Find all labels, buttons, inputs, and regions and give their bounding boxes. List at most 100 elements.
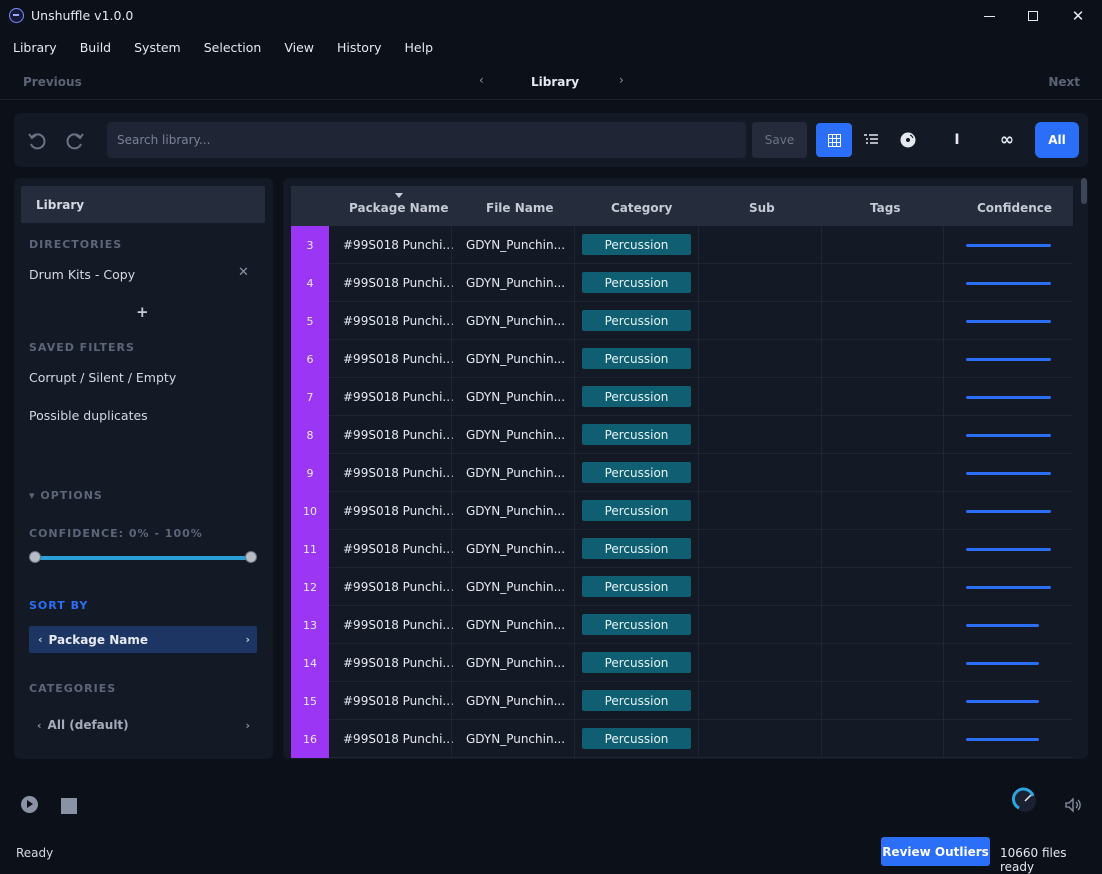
row-number: 6 [291, 340, 329, 378]
chevron-right-icon[interactable]: › [245, 719, 250, 732]
remove-directory-icon[interactable]: ✕ [238, 265, 249, 280]
category-badge[interactable]: Percussion [582, 310, 691, 331]
table-row[interactable]: 10 #99S018 Punchi... GDYN_Punchin... Percus… [291, 492, 1073, 530]
column-header-sub[interactable]: Sub [749, 201, 775, 215]
category-badge[interactable]: Percussion [582, 500, 691, 521]
chevron-right-icon[interactable]: › [245, 633, 250, 646]
volume-knob-icon[interactable] [1011, 787, 1039, 815]
confidence-bar [966, 586, 1051, 589]
column-divider [698, 264, 699, 302]
previous-button[interactable]: Previous [23, 75, 82, 89]
package-name-cell: #99S018 Punchi... [343, 276, 454, 290]
column-header-tags[interactable]: Tags [870, 201, 900, 215]
directory-item[interactable]: Drum Kits - Copy [29, 267, 135, 282]
confidence-min-handle[interactable] [29, 551, 41, 563]
redo-icon[interactable] [65, 131, 85, 151]
chevron-left-icon[interactable]: ‹ [479, 73, 484, 87]
search-input[interactable] [117, 133, 736, 147]
table-row[interactable]: 8 #99S018 Punchi... GDYN_Punchin... Percuss… [291, 416, 1073, 454]
category-badge[interactable]: Percussion [582, 690, 691, 711]
table-row[interactable]: 13 #99S018 Punchi... GDYN_Punchin... Percus… [291, 606, 1073, 644]
table-row[interactable]: 9 #99S018 Punchi... GDYN_Punchin... Percuss… [291, 454, 1073, 492]
menu-library[interactable]: Library [13, 40, 57, 55]
file-name-cell: GDYN_Punchin... [466, 428, 566, 442]
maximize-button[interactable] [1010, 0, 1056, 32]
category-badge[interactable]: Percussion [582, 386, 691, 407]
menu-history[interactable]: History [337, 40, 381, 55]
status-bar: Ready Review Outliers 10660 files ready [0, 834, 1102, 874]
column-divider [698, 568, 699, 606]
category-badge[interactable]: Percussion [582, 348, 691, 369]
confidence-max-handle[interactable] [245, 551, 257, 563]
table-scrollbar[interactable] [1081, 178, 1087, 204]
all-button[interactable]: All [1035, 122, 1079, 158]
saved-filter-item[interactable]: Possible duplicates [29, 408, 148, 423]
category-badge[interactable]: Percussion [582, 234, 691, 255]
column-divider [574, 682, 575, 720]
stop-icon[interactable] [61, 798, 77, 814]
row-number: 11 [291, 530, 329, 568]
row-number: 3 [291, 226, 329, 264]
page-title: Library [531, 75, 580, 89]
category-badge[interactable]: Percussion [582, 652, 691, 673]
menu-selection[interactable]: Selection [204, 40, 262, 55]
table-row[interactable]: 7 #99S018 Punchi... GDYN_Punchin... Percuss… [291, 378, 1073, 416]
file-name-cell: GDYN_Punchin... [466, 694, 566, 708]
menu-view[interactable]: View [284, 40, 314, 55]
chevron-left-icon[interactable]: ‹ [37, 719, 42, 732]
minimize-button[interactable] [966, 0, 1012, 32]
saved-filter-item[interactable]: Corrupt / Silent / Empty [29, 370, 176, 385]
category-badge[interactable]: Percussion [582, 272, 691, 293]
chevron-left-icon[interactable]: ‹ [38, 633, 43, 646]
column-divider [698, 226, 699, 264]
menu-system[interactable]: System [134, 40, 181, 55]
grid-view-button[interactable] [816, 123, 852, 157]
options-heading[interactable]: ▾ OPTIONS [29, 489, 103, 502]
column-header-category[interactable]: Category [611, 201, 672, 215]
categories-selector[interactable]: ‹ All (default) › [29, 715, 257, 735]
review-outliers-button[interactable]: Review Outliers [881, 837, 990, 866]
next-button[interactable]: Next [1048, 75, 1080, 89]
file-name-cell: GDYN_Punchin... [466, 618, 566, 632]
file-name-cell: GDYN_Punchin... [466, 466, 566, 480]
column-divider [574, 378, 575, 416]
menu-build[interactable]: Build [80, 40, 111, 55]
table-row[interactable]: 11 #99S018 Punchi... GDYN_Punchin... Percus… [291, 530, 1073, 568]
save-button[interactable]: Save [752, 122, 807, 158]
table-row[interactable]: 3 #99S018 Punchi... GDYN_Punchin... Percuss… [291, 226, 1073, 264]
table-row[interactable]: 4 #99S018 Punchi... GDYN_Punchin... Percuss… [291, 264, 1073, 302]
category-badge[interactable]: Percussion [582, 462, 691, 483]
column-header-confidence[interactable]: Confidence [977, 201, 1052, 215]
chevron-right-icon[interactable]: › [619, 73, 624, 87]
player-bar [0, 770, 1102, 834]
category-badge[interactable]: Percussion [582, 614, 691, 635]
table-row[interactable]: 5 #99S018 Punchi... GDYN_Punchin... Percuss… [291, 302, 1073, 340]
single-mode-button[interactable]: I [939, 123, 975, 157]
file-name-cell: GDYN_Punchin... [466, 732, 566, 746]
infinite-mode-button[interactable]: ∞ [989, 123, 1025, 157]
table-row[interactable]: 15 #99S018 Punchi... GDYN_Punchin... Percus… [291, 682, 1073, 720]
play-icon[interactable] [21, 796, 38, 813]
category-badge[interactable]: Percussion [582, 576, 691, 597]
table-row[interactable]: 12 #99S018 Punchi... GDYN_Punchin... Percus… [291, 568, 1073, 606]
column-divider [698, 302, 699, 340]
column-header-file[interactable]: File Name [486, 201, 554, 215]
category-badge[interactable]: Percussion [582, 728, 691, 749]
speaker-icon[interactable] [1064, 796, 1082, 814]
add-directory-button[interactable]: + [136, 303, 149, 321]
undo-icon[interactable] [27, 131, 47, 151]
column-header-package[interactable]: Package Name [349, 201, 448, 215]
disc-view-button[interactable] [890, 123, 926, 157]
confidence-slider[interactable] [35, 556, 251, 560]
table-row[interactable]: 16 #99S018 Punchi... GDYN_Punchin... Percus… [291, 720, 1073, 758]
list-view-button[interactable] [853, 123, 889, 157]
category-badge[interactable]: Percussion [582, 424, 691, 445]
table-row[interactable]: 6 #99S018 Punchi... GDYN_Punchin... Percuss… [291, 340, 1073, 378]
menu-help[interactable]: Help [405, 40, 434, 55]
sort-by-selector[interactable]: ‹ Package Name › [29, 626, 257, 653]
table-row[interactable]: 14 #99S018 Punchi... GDYN_Punchin... Percus… [291, 644, 1073, 682]
package-name-cell: #99S018 Punchi... [343, 314, 454, 328]
close-icon: ✕ [1071, 6, 1085, 25]
category-badge[interactable]: Percussion [582, 538, 691, 559]
close-window-button[interactable]: ✕ [1055, 0, 1101, 32]
